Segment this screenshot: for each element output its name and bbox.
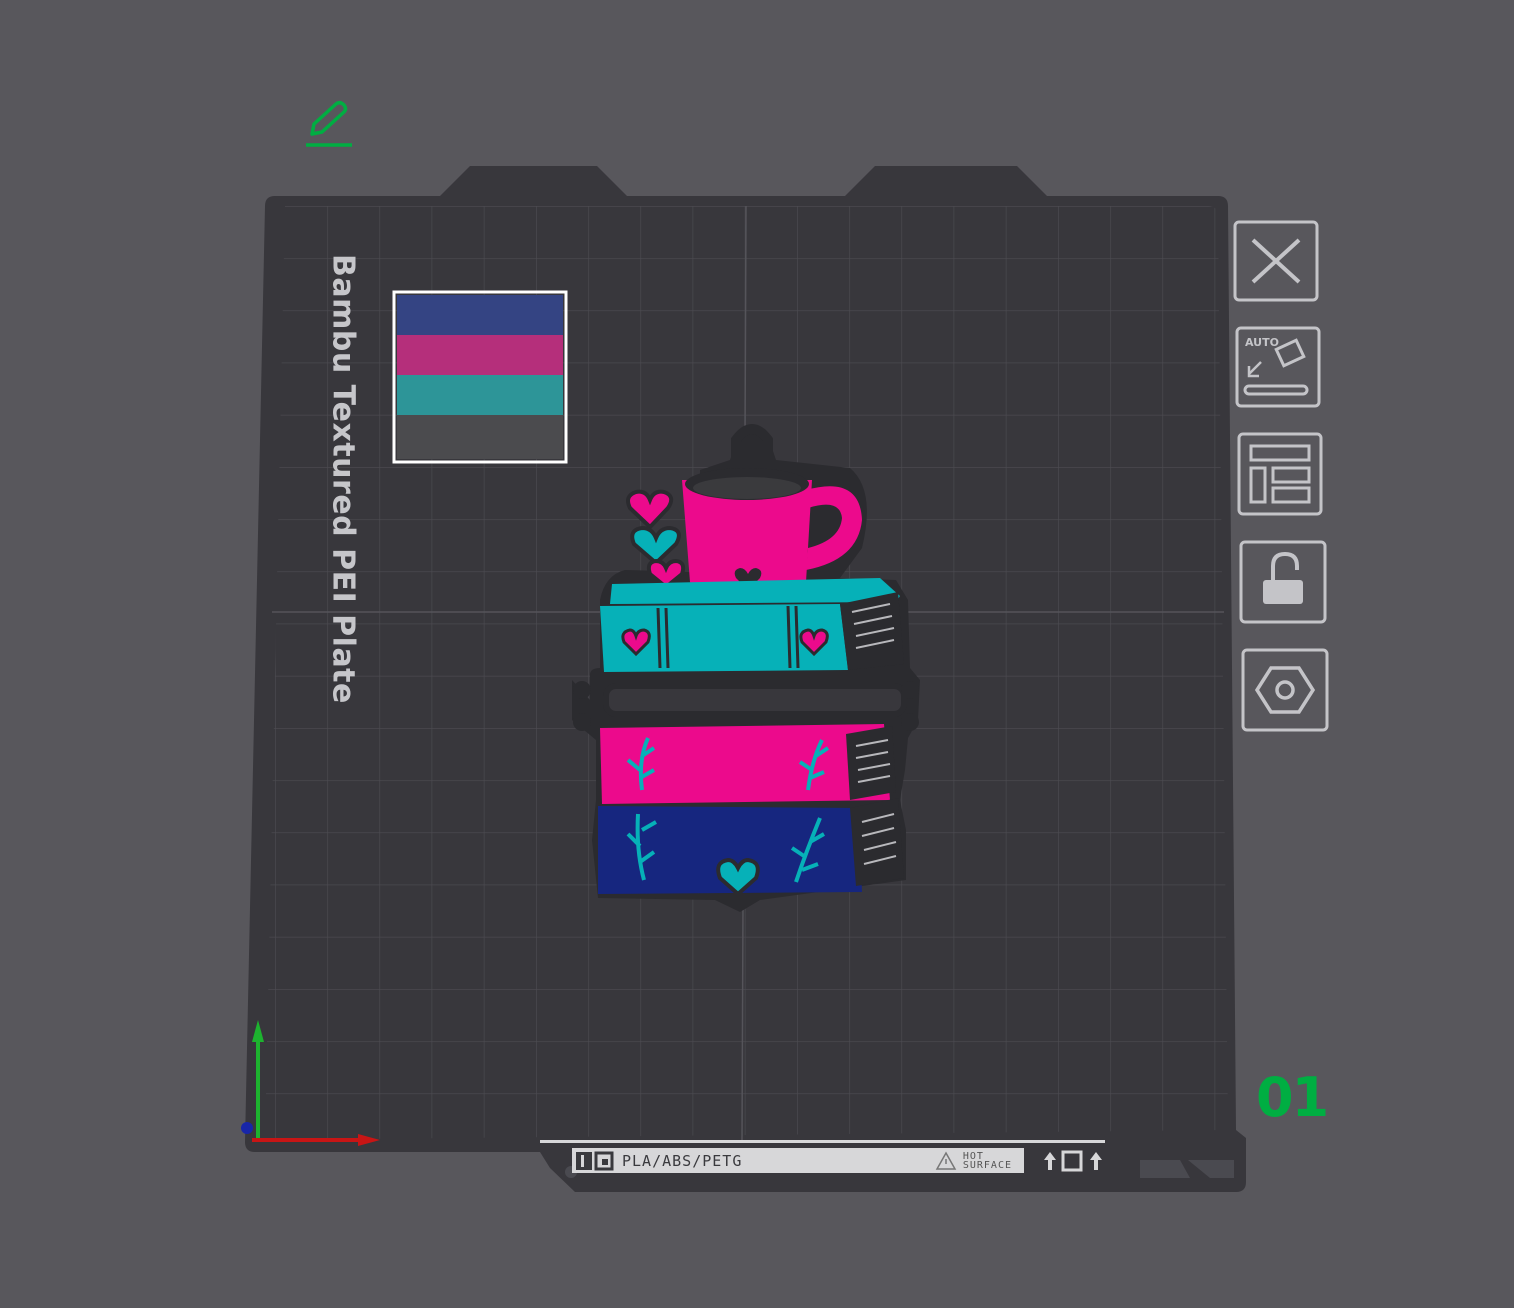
arrange-button[interactable] — [1237, 432, 1323, 516]
edit-plate-name-icon[interactable] — [300, 98, 358, 150]
auto-orient-icon: AUTO — [1235, 326, 1321, 408]
plate-front-edge — [540, 1140, 1105, 1143]
filament-color-4 — [397, 415, 563, 459]
auto-orient-button[interactable]: AUTO — [1235, 326, 1321, 408]
lock-icon — [1239, 540, 1327, 624]
filament-color-1 — [397, 295, 563, 335]
lock-plate-button[interactable] — [1239, 540, 1327, 624]
plate-number: 01 — [1256, 1066, 1329, 1129]
delete-plate-button[interactable] — [1233, 220, 1319, 302]
plate-type-icon — [576, 1151, 614, 1170]
warning-icon — [935, 1150, 957, 1170]
auto-label: AUTO — [1245, 336, 1279, 349]
arrange-icon — [1237, 432, 1323, 516]
plate-name-label: Bambu Textured PEI Plate — [325, 254, 361, 704]
filament-color-2 — [397, 335, 563, 375]
close-icon — [1233, 220, 1319, 302]
filament-swatch[interactable] — [392, 290, 568, 464]
plate-material-label: PLA/ABS/PETG — [622, 1151, 743, 1170]
filament-color-3 — [397, 375, 563, 415]
hot-surface-label: HOT SURFACE — [962, 1150, 1012, 1171]
plate-settings-button[interactable] — [1241, 648, 1329, 732]
plate-material-strip: PLA/ABS/PETG HOT SURFACE — [572, 1148, 1024, 1173]
settings-icon — [1241, 648, 1329, 732]
